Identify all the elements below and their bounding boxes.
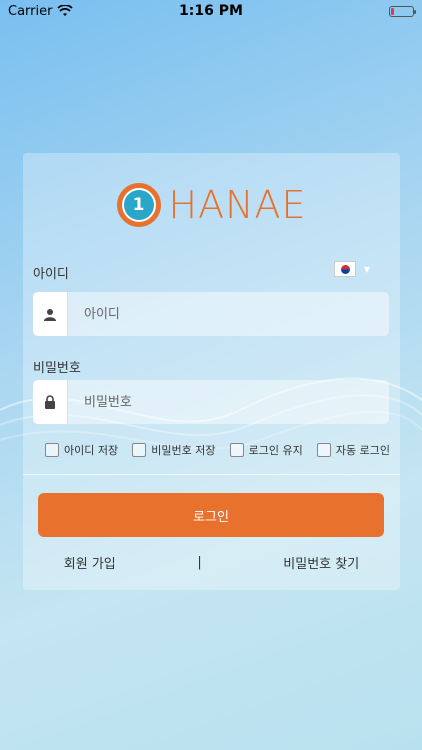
- korea-flag-icon: [333, 261, 356, 277]
- password-label: 비밀번호: [33, 361, 81, 376]
- lock-icon: [33, 380, 68, 424]
- checkbox[interactable]: [45, 443, 59, 457]
- option-label: 아이디 저장: [64, 444, 119, 457]
- checkbox[interactable]: [316, 443, 331, 457]
- login-card: 1 HANAE 아이디 ▼ 비밀번호 아이디 저장: [23, 153, 400, 590]
- login-options: 아이디 저장 비밀번호 저장 로그인 유지 자동 로그인: [45, 442, 390, 458]
- id-field: [33, 292, 389, 336]
- save-id-option[interactable]: 아이디 저장: [45, 442, 118, 458]
- carrier-label: Carrier: [8, 3, 53, 19]
- id-label: 아이디: [33, 267, 69, 282]
- login-button[interactable]: 로그인: [38, 493, 384, 537]
- divider: [23, 474, 400, 475]
- status-bar: Carrier 1:16 PM: [0, 0, 422, 22]
- wifi-icon: [57, 5, 74, 16]
- auto-login-option[interactable]: 자동 로그인: [316, 442, 390, 458]
- option-label: 자동 로그인: [335, 444, 390, 457]
- id-input[interactable]: [68, 292, 389, 336]
- signup-link[interactable]: 회원 가입: [64, 553, 116, 572]
- language-selector[interactable]: ▼: [333, 261, 370, 277]
- save-password-option[interactable]: 비밀번호 저장: [132, 442, 215, 458]
- keep-login-option[interactable]: 로그인 유지: [229, 442, 303, 458]
- logo-text: HANAE: [168, 183, 307, 227]
- battery-icon: [389, 5, 416, 17]
- dropdown-caret-icon: ▼: [363, 264, 370, 274]
- user-icon: [33, 292, 68, 336]
- checkbox[interactable]: [229, 443, 244, 457]
- find-password-link[interactable]: 비밀번호 찾기: [283, 553, 359, 572]
- logo-number: 1: [123, 190, 154, 220]
- option-label: 로그인 유지: [248, 444, 303, 457]
- checkbox[interactable]: [132, 443, 147, 457]
- password-input[interactable]: [68, 380, 389, 424]
- password-field: [33, 380, 389, 424]
- link-separator: |: [197, 555, 202, 570]
- option-label: 비밀번호 저장: [151, 444, 216, 457]
- bottom-links: 회원 가입 | 비밀번호 찾기: [23, 553, 400, 572]
- hanae-logo: 1 HANAE: [23, 183, 400, 227]
- logo-circle-icon: 1: [116, 183, 161, 227]
